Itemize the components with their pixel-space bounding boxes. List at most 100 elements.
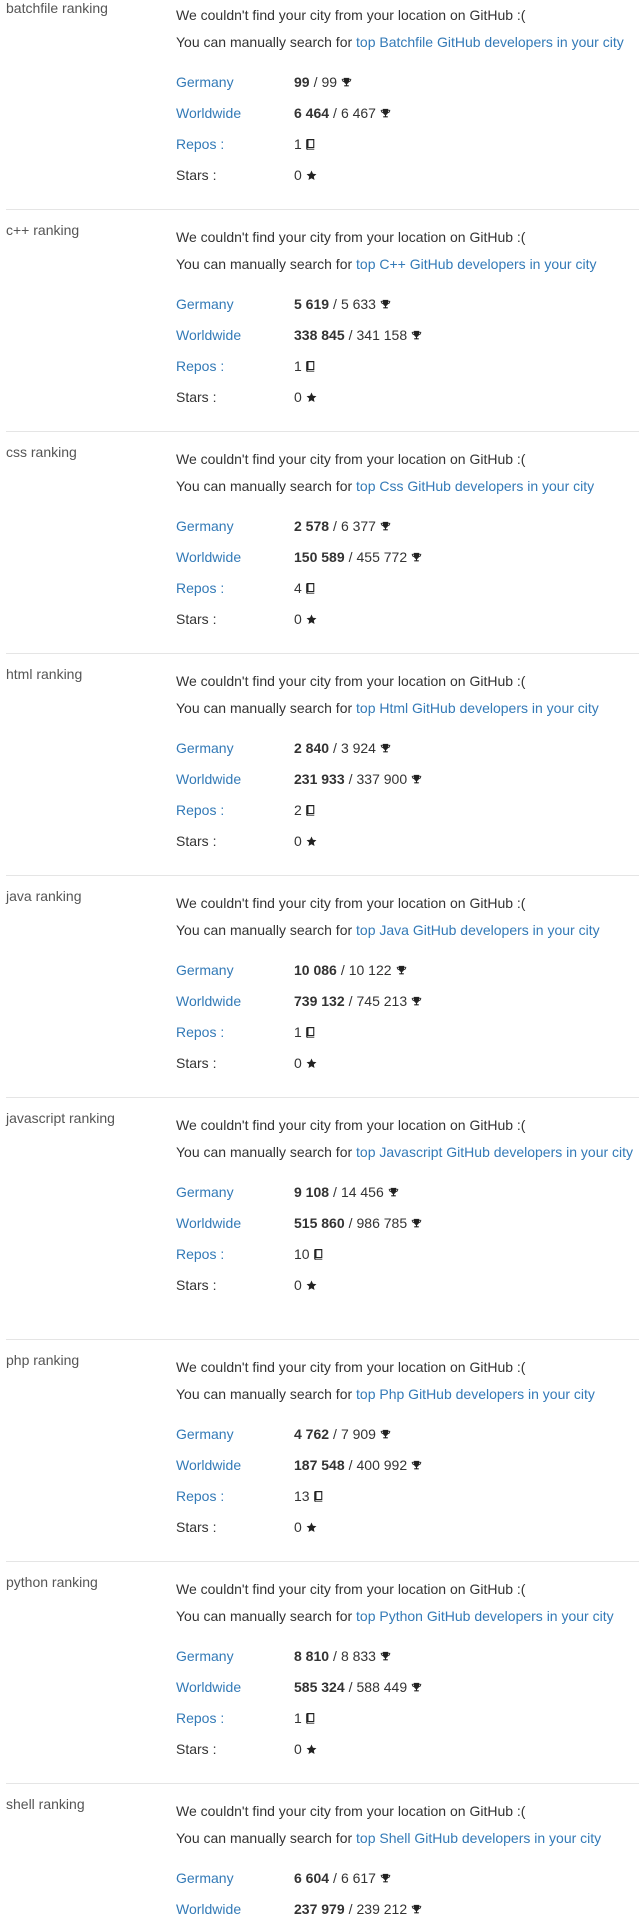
top-developers-city-link[interactable]: top Shell GitHub developers in your city: [356, 1830, 601, 1846]
worldwide-ranking-link[interactable]: Worldwide: [176, 1457, 241, 1473]
worldwide-ranking-link[interactable]: Worldwide: [176, 1679, 241, 1695]
trophy-icon: [380, 108, 391, 119]
country-ranking-link[interactable]: Germany: [176, 296, 234, 312]
repos-link[interactable]: Repos :: [176, 1024, 224, 1040]
repos-count: 1: [294, 1024, 302, 1040]
country-ranking-link[interactable]: Germany: [176, 1870, 234, 1886]
repos-link[interactable]: Repos :: [176, 580, 224, 596]
country-ranking-link[interactable]: Germany: [176, 1648, 234, 1664]
manual-search-text: You can manually search for top Css GitH…: [176, 477, 636, 496]
worldwide-ranking-link[interactable]: Worldwide: [176, 327, 241, 343]
repo-book-icon: [305, 1712, 315, 1724]
manual-search-text: You can manually search for top Shell Gi…: [176, 1829, 636, 1848]
country-rank-value: 2 840/3 924: [294, 740, 391, 756]
trophy-icon: [411, 1460, 422, 1471]
worldwide-rank-value: 237 979/239 212: [294, 1901, 422, 1917]
worldwide-total: 239 212: [356, 1901, 408, 1917]
repos-count: 13: [294, 1488, 310, 1504]
worldwide-rank: 187 548: [294, 1457, 345, 1473]
stars-label: Stars :: [176, 1055, 217, 1071]
repos-link[interactable]: Repos :: [176, 1488, 224, 1504]
rank-separator: /: [333, 105, 337, 121]
top-developers-city-link[interactable]: top Javascript GitHub developers in your…: [356, 1144, 633, 1160]
rank-separator: /: [333, 1426, 337, 1442]
trophy-icon: [380, 299, 391, 310]
top-developers-city-link[interactable]: top Batchfile GitHub developers in your …: [356, 34, 624, 50]
top-developers-city-link[interactable]: top C++ GitHub developers in your city: [356, 256, 596, 272]
repos-link[interactable]: Repos :: [176, 1246, 224, 1262]
top-developers-city-link[interactable]: top Java GitHub developers in your city: [356, 922, 600, 938]
top-developers-city-link[interactable]: top Python GitHub developers in your cit…: [356, 1608, 614, 1624]
country-ranking-link[interactable]: Germany: [176, 1184, 234, 1200]
worldwide-ranking-link[interactable]: Worldwide: [176, 993, 241, 1009]
country-rank: 99: [294, 74, 310, 90]
manual-search-prefix: You can manually search for: [176, 478, 357, 494]
country-ranking-link[interactable]: Germany: [176, 74, 234, 90]
worldwide-ranking-link[interactable]: Worldwide: [176, 771, 241, 787]
trophy-icon: [380, 1429, 391, 1440]
repos-link[interactable]: Repos :: [176, 802, 224, 818]
country-total: 3 924: [340, 740, 376, 756]
top-developers-city-link[interactable]: top Css GitHub developers in your city: [356, 478, 594, 494]
repos-link[interactable]: Repos :: [176, 1710, 224, 1726]
star-icon: [306, 170, 317, 181]
country-total: 6 377: [340, 518, 376, 534]
stars-count: 0: [294, 611, 302, 627]
rank-separator: /: [333, 518, 337, 534]
top-developers-city-link[interactable]: top Php GitHub developers in your city: [356, 1386, 595, 1402]
repos-value: 2: [294, 802, 315, 818]
worldwide-rank: 739 132: [294, 993, 345, 1009]
repos-link[interactable]: Repos :: [176, 358, 224, 374]
worldwide-rank: 515 860: [294, 1215, 345, 1231]
worldwide-rank: 338 845: [294, 327, 345, 343]
manual-search-prefix: You can manually search for: [176, 34, 357, 50]
ranking-title: python ranking: [6, 1574, 98, 1590]
country-rank: 2 840: [294, 740, 330, 756]
worldwide-rank-value: 231 933/337 900: [294, 771, 422, 787]
worldwide-rank: 150 589: [294, 549, 345, 565]
section-divider: [6, 1561, 639, 1562]
star-icon: [306, 1058, 317, 1069]
repos-value: 1: [294, 1710, 315, 1726]
worldwide-ranking-link[interactable]: Worldwide: [176, 1215, 241, 1231]
star-icon: [306, 1522, 317, 1533]
star-icon: [306, 1744, 317, 1755]
worldwide-ranking-link[interactable]: Worldwide: [176, 1901, 241, 1917]
top-developers-city-link[interactable]: top Html GitHub developers in your city: [356, 700, 599, 716]
worldwide-ranking-link[interactable]: Worldwide: [176, 549, 241, 565]
worldwide-rank-value: 150 589/455 772: [294, 549, 422, 565]
repos-count: 1: [294, 358, 302, 374]
manual-search-prefix: You can manually search for: [176, 1386, 357, 1402]
worldwide-ranking-link[interactable]: Worldwide: [176, 105, 241, 121]
country-rank-value: 5 619/5 633: [294, 296, 391, 312]
repos-count: 10: [294, 1246, 310, 1262]
country-rank: 5 619: [294, 296, 330, 312]
country-ranking-link[interactable]: Germany: [176, 740, 234, 756]
city-not-found-message: We couldn't find your city from your loc…: [176, 451, 526, 467]
repos-value: 4: [294, 580, 315, 596]
ranking-title: html ranking: [6, 666, 83, 682]
country-total: 8 833: [340, 1648, 376, 1664]
manual-search-text: You can manually search for top C++ GitH…: [176, 255, 636, 274]
worldwide-total: 337 900: [356, 771, 408, 787]
repos-link[interactable]: Repos :: [176, 136, 224, 152]
rank-separator: /: [333, 1870, 337, 1886]
trophy-icon: [341, 77, 352, 88]
country-total: 6 617: [340, 1870, 376, 1886]
stars-count: 0: [294, 833, 302, 849]
stars-value: 0: [294, 1277, 317, 1293]
ranking-title: java ranking: [6, 888, 82, 904]
section-divider: [6, 653, 639, 654]
manual-search-text: You can manually search for top Python G…: [176, 1607, 636, 1626]
rank-separator: /: [348, 1215, 353, 1231]
trophy-icon: [380, 1873, 391, 1884]
country-total: 99: [321, 74, 338, 90]
trophy-icon: [411, 552, 422, 563]
country-ranking-link[interactable]: Germany: [176, 1426, 234, 1442]
repos-count: 1: [294, 1710, 302, 1726]
trophy-icon: [411, 330, 422, 341]
stars-value: 0: [294, 1741, 317, 1757]
country-ranking-link[interactable]: Germany: [176, 962, 234, 978]
country-ranking-link[interactable]: Germany: [176, 518, 234, 534]
section-divider: [6, 1097, 639, 1098]
